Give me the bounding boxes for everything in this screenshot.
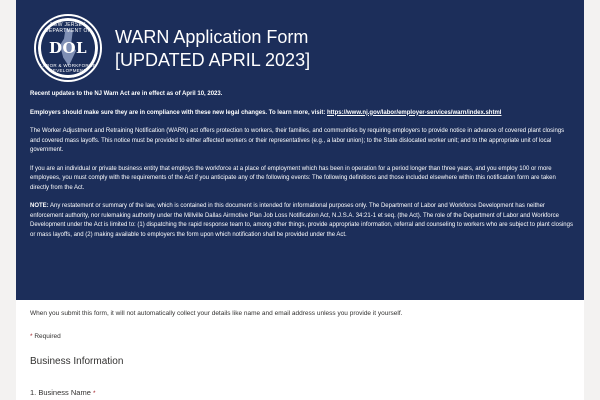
- form-title-line1: WARN Application Form: [115, 27, 309, 47]
- form-body: When you submit this form, it will not a…: [16, 300, 584, 397]
- logo-arc-top-text: NEW JERSEY DEPARTMENT OF: [44, 22, 92, 34]
- privacy-notice: When you submit this form, it will not a…: [30, 310, 403, 317]
- section-title: Business Information: [30, 356, 124, 367]
- note-label: NOTE:: [30, 203, 49, 209]
- question-business-name: 1. Business Name *: [30, 388, 570, 397]
- form-card: NEW JERSEY DEPARTMENT OF DOL LABOR & WOR…: [16, 0, 584, 400]
- dol-seal-icon: NEW JERSEY DEPARTMENT OF DOL LABOR & WOR…: [36, 16, 100, 80]
- logo-arc-bottom-text: LABOR & WORKFORCE DEVELOPMENT: [40, 63, 96, 73]
- form-header: NEW JERSEY DEPARTMENT OF DOL LABOR & WOR…: [16, 0, 584, 300]
- question-required-star: *: [92, 390, 96, 397]
- warn-act-paragraph: The Worker Adjustment and Retraining Not…: [30, 128, 565, 153]
- form-title: WARN Application Form [UPDATED APRIL 202…: [115, 26, 555, 72]
- form-title-line2: [UPDATED APRIL 2023]: [115, 50, 311, 70]
- question-label: 1. Business Name: [30, 388, 93, 397]
- form-description: Recent updates to the NJ Warn Act are in…: [30, 90, 574, 249]
- compliance-notice: Employers should make sure they are in c…: [30, 109, 327, 116]
- logo-text: DOL: [48, 39, 88, 57]
- dol-logo: NEW JERSEY DEPARTMENT OF DOL LABOR & WOR…: [34, 14, 102, 82]
- required-legend: * Required: [30, 333, 570, 340]
- eligibility-paragraph: If you are an individual or private busi…: [30, 165, 556, 191]
- warn-info-link[interactable]: https://www.nj.gov/labor/employer-servic…: [327, 110, 502, 116]
- note-paragraph: NOTE: Any restatement or summary of the …: [30, 202, 574, 240]
- note-text: Any restatement or summary of the law, w…: [30, 203, 573, 238]
- update-notice: Recent updates to the NJ Warn Act are in…: [30, 91, 223, 97]
- required-label: Required: [32, 333, 61, 340]
